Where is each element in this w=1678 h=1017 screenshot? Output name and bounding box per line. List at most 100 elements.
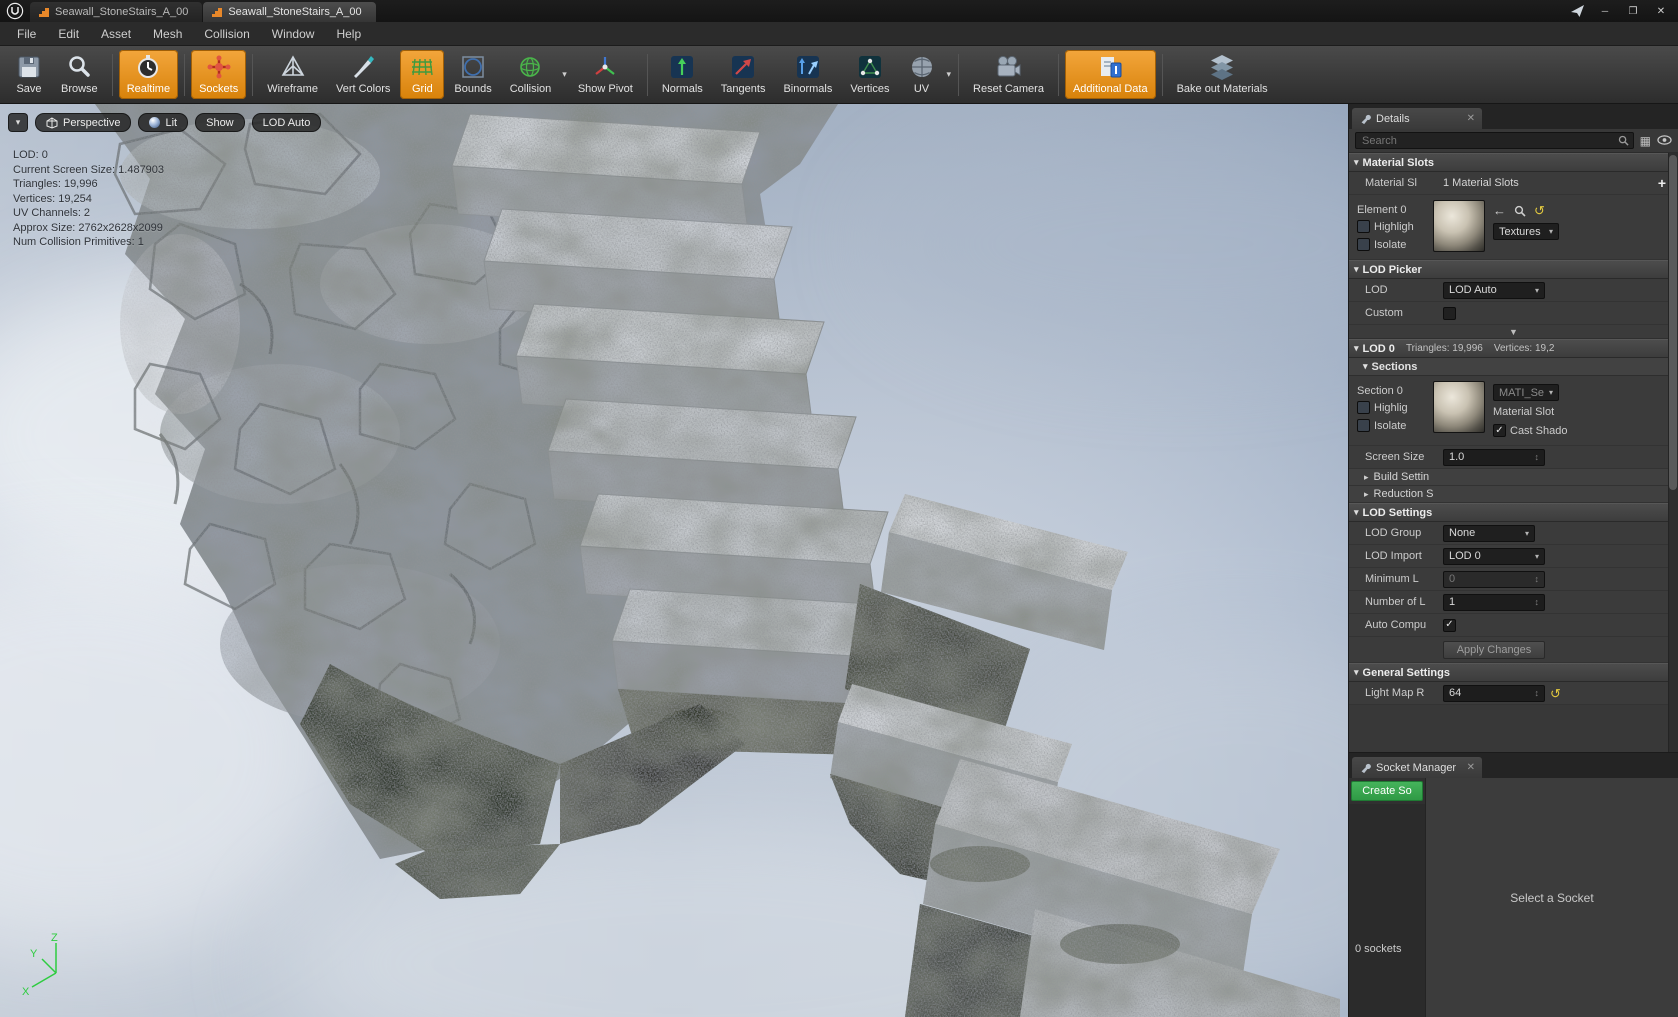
sections-header[interactable]: Sections — [1349, 358, 1678, 376]
isolate-checkbox[interactable] — [1357, 238, 1370, 251]
axis-z-label: Z — [51, 932, 58, 944]
binormals-icon — [795, 54, 821, 80]
close-button[interactable] — [1648, 2, 1674, 20]
socket-list[interactable] — [1349, 804, 1425, 1017]
lod-import-row: LOD Import LOD 0 — [1349, 545, 1678, 568]
cast-shadow-checkbox[interactable] — [1493, 424, 1506, 437]
spin-grip-icon[interactable] — [1535, 573, 1540, 585]
browse-to-asset-icon[interactable] — [1514, 205, 1526, 217]
lod-dropdown[interactable]: LOD Auto — [1443, 281, 1545, 299]
send-feedback-icon[interactable] — [1564, 2, 1590, 20]
highlight-checkbox[interactable] — [1357, 220, 1370, 233]
wireframe-button[interactable]: Wireframe — [259, 50, 326, 99]
menu-file[interactable]: File — [6, 23, 47, 45]
close-icon[interactable] — [1467, 762, 1475, 773]
visibility-eye-icon[interactable] — [1657, 134, 1672, 147]
perspective-button[interactable]: Perspective — [35, 113, 132, 132]
minimum-lod-input[interactable]: 0 — [1443, 570, 1545, 588]
menu-help[interactable]: Help — [325, 23, 372, 45]
menu-asset[interactable]: Asset — [90, 23, 142, 45]
reset-camera-icon — [995, 54, 1021, 80]
vert-colors-button[interactable]: Vert Colors — [328, 50, 398, 99]
reset-camera-button[interactable]: Reset Camera — [965, 50, 1052, 99]
menu-edit[interactable]: Edit — [47, 23, 90, 45]
document-tabs: Seawall_StoneStairs_A_00 Seawall_StoneSt… — [30, 0, 1560, 22]
lod0-header[interactable]: LOD 0 Triangles: 19,996 Vertices: 19,2 — [1349, 339, 1678, 358]
socket-manager-tab[interactable]: Socket Manager — [1352, 757, 1482, 778]
scrollbar-thumb[interactable] — [1669, 155, 1677, 491]
doc-tab-2[interactable]: Seawall_StoneStairs_A_00 — [203, 2, 376, 22]
material-slots-header[interactable]: Material Slots — [1349, 153, 1678, 172]
close-icon[interactable] — [1467, 113, 1475, 124]
tangents-button[interactable]: Tangents — [713, 50, 774, 99]
normals-button[interactable]: Normals — [654, 50, 711, 99]
number-of-lods-input[interactable]: 1 — [1443, 593, 1545, 611]
custom-row: Custom — [1349, 302, 1678, 325]
lod-settings-header[interactable]: LOD Settings — [1349, 503, 1678, 522]
viewport-options-button[interactable] — [8, 113, 28, 132]
viewport-stats: LOD: 0 Current Screen Size: 1.487903 Tri… — [13, 148, 164, 250]
realtime-button[interactable]: Realtime — [118, 50, 179, 99]
sockets-button[interactable]: Sockets — [191, 50, 247, 99]
stat-line: Num Collision Primitives: 1 — [13, 236, 144, 248]
section-isolate-checkbox[interactable] — [1357, 419, 1370, 432]
lod-import-dropdown[interactable]: LOD 0 — [1443, 547, 1545, 565]
uv-button[interactable]: UV — [900, 50, 944, 99]
screen-size-input[interactable]: 1.0 — [1443, 448, 1545, 466]
grid-button[interactable]: Grid — [400, 50, 445, 99]
spin-grip-icon[interactable] — [1535, 687, 1540, 699]
lod-picker-header[interactable]: LOD Picker — [1349, 260, 1678, 279]
show-pivot-button[interactable]: Show Pivot — [570, 50, 641, 99]
lit-button[interactable]: Lit — [138, 113, 189, 132]
material-thumbnail[interactable] — [1433, 200, 1485, 252]
lod-group-dropdown[interactable]: None — [1443, 524, 1535, 542]
show-button[interactable]: Show — [195, 113, 245, 132]
custom-checkbox[interactable] — [1443, 306, 1456, 320]
reduction-settings-row[interactable]: Reduction S — [1349, 486, 1678, 503]
general-settings-header[interactable]: General Settings — [1349, 663, 1678, 682]
collision-button[interactable]: Collision — [502, 50, 560, 99]
reset-light-map-icon[interactable] — [1550, 687, 1561, 700]
viewport-3d-scene[interactable] — [0, 104, 1348, 1017]
save-button[interactable]: Save — [7, 50, 51, 99]
menu-collision[interactable]: Collision — [193, 23, 260, 45]
reset-material-icon[interactable] — [1534, 204, 1545, 217]
maximize-button[interactable] — [1620, 2, 1646, 20]
light-map-input[interactable]: 64 — [1443, 684, 1545, 702]
menu-mesh[interactable]: Mesh — [142, 23, 193, 45]
section-highlight-checkbox[interactable] — [1357, 401, 1370, 414]
stat-line: UV Channels: 2 — [13, 207, 91, 219]
section-material-dropdown[interactable]: MATI_Se — [1493, 384, 1559, 401]
bake-out-materials-button[interactable]: Bake out Materials — [1169, 50, 1276, 99]
details-scrollbar[interactable] — [1668, 153, 1678, 752]
search-input-box[interactable] — [1355, 132, 1634, 149]
property-matrix-icon[interactable]: ▦ — [1640, 135, 1651, 147]
minimize-button[interactable] — [1592, 2, 1618, 20]
search-input[interactable] — [1360, 133, 1618, 148]
toolbar-separator — [1057, 53, 1059, 96]
bounds-button[interactable]: Bounds — [446, 50, 499, 99]
3d-viewport[interactable]: Perspective Lit Show LOD Auto LOD: 0 Cur… — [0, 104, 1348, 1017]
spin-grip-icon[interactable] — [1535, 451, 1540, 463]
doc-tab-1[interactable]: Seawall_StoneStairs_A_00 — [30, 2, 203, 22]
auto-compute-checkbox[interactable] — [1443, 618, 1456, 632]
uv-dropdown-caret[interactable] — [945, 69, 954, 80]
spin-grip-icon[interactable] — [1535, 596, 1540, 608]
add-material-slot-icon[interactable] — [1658, 175, 1666, 191]
collision-dropdown-caret[interactable] — [560, 69, 569, 80]
create-socket-button[interactable]: Create So — [1351, 781, 1423, 801]
use-selected-asset-icon[interactable] — [1493, 203, 1506, 218]
binormals-button[interactable]: Binormals — [775, 50, 840, 99]
textures-dropdown[interactable]: Textures — [1493, 223, 1559, 240]
lod0-vertices: Vertices: 19,2 — [1493, 343, 1555, 354]
menu-window[interactable]: Window — [261, 23, 326, 45]
apply-changes-button[interactable]: Apply Changes — [1443, 640, 1545, 659]
details-tab[interactable]: Details — [1352, 108, 1482, 129]
lod-picker-expander[interactable] — [1349, 325, 1678, 339]
vertices-button[interactable]: Vertices — [842, 50, 897, 99]
lod-auto-button[interactable]: LOD Auto — [251, 113, 322, 132]
additional-data-button[interactable]: Additional Data — [1064, 50, 1156, 99]
build-settings-row[interactable]: Build Settin — [1349, 469, 1678, 486]
browse-button[interactable]: Browse — [53, 50, 106, 99]
section-material-thumbnail[interactable] — [1433, 381, 1485, 433]
